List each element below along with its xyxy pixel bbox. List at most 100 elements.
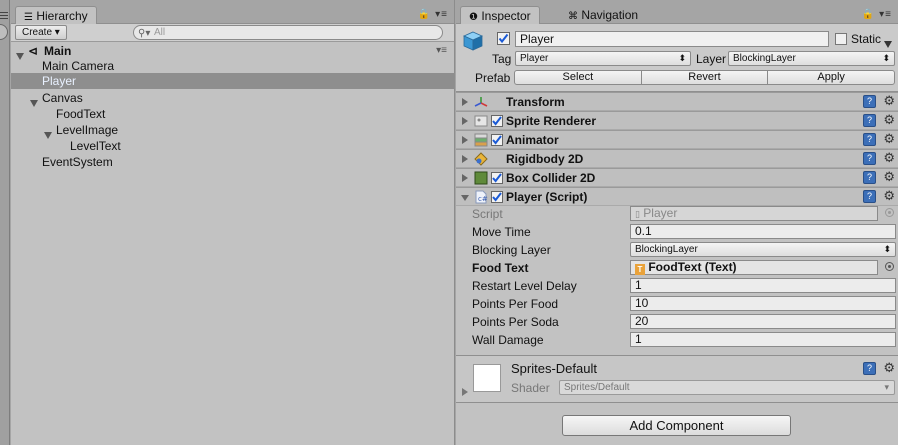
prefab-apply-button[interactable]: Apply — [767, 70, 896, 85]
prop-restart-level-delay: Restart Level Delay 1 — [456, 277, 898, 295]
list-icon: ☰ — [24, 12, 33, 23]
gear-icon[interactable]: ⚙ — [883, 131, 895, 147]
help-book-icon[interactable]: ? — [863, 190, 876, 203]
script-file-icon: ▯ — [635, 209, 640, 219]
tab-navigation[interactable]: ⌘ Navigation — [560, 6, 646, 25]
gear-icon[interactable]: ⚙ — [883, 360, 895, 376]
prefab-select-button[interactable]: Select — [514, 70, 642, 85]
sprite-renderer-icon — [474, 115, 488, 127]
search-input[interactable]: ⚲▾ All — [133, 25, 443, 40]
static-checkbox[interactable] — [835, 33, 847, 45]
component-player-script[interactable]: c# Player (Script) ? ⚙ — [456, 187, 898, 206]
gear-icon[interactable]: ⚙ — [883, 93, 895, 109]
box-collider-icon — [474, 171, 488, 185]
food-text-object-field[interactable]: T FoodText (Text) — [630, 260, 878, 275]
help-book-icon[interactable]: ? — [863, 152, 876, 165]
object-picker-icon[interactable] — [885, 262, 894, 271]
tab-hierarchy-label: Hierarchy — [36, 9, 88, 23]
enabled-checkbox[interactable] — [491, 191, 503, 203]
unity-scene-icon: ⊲ — [28, 44, 39, 58]
material-preview — [473, 364, 501, 392]
text-component-icon: T — [635, 264, 645, 275]
component-box-collider-2d[interactable]: Box Collider 2D ? ⚙ — [456, 168, 898, 187]
gear-icon[interactable]: ⚙ — [883, 150, 895, 166]
wall-damage-field[interactable]: 1 — [630, 332, 896, 347]
component-transform[interactable]: Transform ? ⚙ — [456, 92, 898, 111]
hierarchy-tabbar: ☰ Hierarchy 🔒 ▾≡ — [11, 0, 454, 25]
active-checkbox[interactable] — [497, 32, 510, 45]
enabled-checkbox[interactable] — [491, 115, 503, 127]
foldout-arrow-icon[interactable] — [461, 195, 469, 201]
layer-dropdown[interactable]: BlockingLayer ⬍ — [728, 51, 895, 66]
material-section: Sprites-Default Shader Sprites/Default ▾… — [456, 355, 898, 403]
updown-icon: ⬍ — [678, 53, 686, 63]
help-book-icon[interactable]: ? — [863, 171, 876, 184]
gear-icon[interactable]: ⚙ — [883, 169, 895, 185]
navigation-icon: ⌘ — [568, 11, 578, 22]
tag-dropdown[interactable]: Player ⬍ — [515, 51, 691, 66]
enabled-checkbox[interactable] — [491, 172, 503, 184]
scene-menu-icon[interactable]: ▾≡ — [436, 43, 447, 59]
create-button[interactable]: Create ▾ — [15, 25, 67, 40]
foldout-arrow-icon[interactable] — [462, 117, 468, 125]
inspector-tabbar: ❶ Inspector ⌘ Navigation 🔒 ▾≡ — [456, 0, 898, 25]
hierarchy-item-foodtext[interactable]: FoodText — [11, 106, 455, 122]
gear-icon[interactable]: ⚙ — [883, 188, 895, 204]
hierarchy-item-levelimage[interactable]: LevelImage — [11, 122, 455, 139]
prop-food-text: Food Text T FoodText (Text) — [456, 259, 898, 277]
scene-header[interactable]: ⊲ Main ▾≡ — [11, 43, 455, 60]
static-label: Static — [851, 32, 882, 46]
dropdown-arrow-icon: ▾ — [884, 382, 889, 392]
gear-icon[interactable]: ⚙ — [883, 112, 895, 128]
foldout-arrow-icon[interactable] — [462, 98, 468, 106]
transform-icon — [474, 97, 488, 107]
prop-wall-damage: Wall Damage 1 — [456, 331, 898, 349]
prefab-revert-button[interactable]: Revert — [640, 70, 769, 85]
script-file-icon: c# — [475, 190, 488, 204]
points-per-soda-field[interactable]: 20 — [630, 314, 896, 329]
prop-blocking-layer: Blocking Layer BlockingLayer ⬍ — [456, 241, 898, 259]
tab-inspector[interactable]: ❶ Inspector — [460, 6, 540, 25]
component-sprite-renderer[interactable]: Sprite Renderer ? ⚙ — [456, 111, 898, 130]
object-picker-icon — [885, 208, 894, 217]
panel-menu-icon[interactable]: 🔒 ▾≡ — [418, 9, 448, 20]
hierarchy-item-main-camera[interactable]: Main Camera — [11, 58, 455, 74]
hierarchy-item-canvas[interactable]: Canvas — [11, 90, 455, 107]
add-component-button[interactable]: Add Component — [562, 415, 791, 436]
prop-move-time: Move Time 0.1 — [456, 223, 898, 241]
updown-icon: ⬍ — [883, 244, 891, 254]
object-name-field[interactable]: Player — [515, 31, 829, 47]
material-name: Sprites-Default — [511, 361, 597, 376]
panel-menu-icon[interactable]: 🔒 ▾≡ — [862, 9, 892, 20]
hierarchy-item-player[interactable]: Player — [11, 73, 455, 89]
move-time-field[interactable]: 0.1 — [630, 224, 896, 239]
tab-hierarchy[interactable]: ☰ Hierarchy — [15, 6, 97, 25]
gameobject-cube-icon — [463, 31, 483, 51]
hierarchy-item-eventsystem[interactable]: EventSystem — [11, 154, 455, 170]
help-book-icon[interactable]: ? — [863, 362, 876, 375]
prop-script: Script ▯ Player — [456, 205, 898, 223]
foldout-arrow-icon[interactable] — [462, 136, 468, 144]
blocking-layer-dropdown[interactable]: BlockingLayer ⬍ — [630, 242, 896, 257]
hierarchy-item-leveltext[interactable]: LevelText — [11, 138, 455, 154]
script-field: ▯ Player — [630, 206, 878, 221]
tag-label: Tag — [492, 52, 512, 66]
help-book-icon[interactable]: ? — [863, 95, 876, 108]
component-animator[interactable]: Animator ? ⚙ — [456, 130, 898, 149]
component-rigidbody-2d[interactable]: Rigidbody 2D ? ⚙ — [456, 149, 898, 168]
object-header: Player Static Tag Player ⬍ Layer Blocking… — [456, 24, 898, 92]
inspector-panel: ❶ Inspector ⌘ Navigation 🔒 ▾≡ Player Sta… — [456, 0, 898, 445]
enabled-checkbox[interactable] — [491, 134, 503, 146]
foldout-arrow-icon[interactable] — [462, 174, 468, 182]
collapsed-panel-handle[interactable] — [0, 24, 8, 40]
restart-level-delay-field[interactable]: 1 — [630, 278, 896, 293]
static-dropdown-icon[interactable] — [884, 37, 892, 51]
help-book-icon[interactable]: ? — [863, 133, 876, 146]
points-per-food-field[interactable]: 10 — [630, 296, 896, 311]
foldout-arrow-icon[interactable] — [462, 388, 468, 396]
help-book-icon[interactable]: ? — [863, 114, 876, 127]
prefab-button-group: Select Revert Apply — [514, 70, 896, 85]
search-placeholder: All — [154, 27, 166, 38]
hierarchy-panel: ☰ Hierarchy 🔒 ▾≡ Create ▾ ⚲▾ All ⊲ Main … — [11, 0, 455, 445]
foldout-arrow-icon[interactable] — [462, 155, 468, 163]
